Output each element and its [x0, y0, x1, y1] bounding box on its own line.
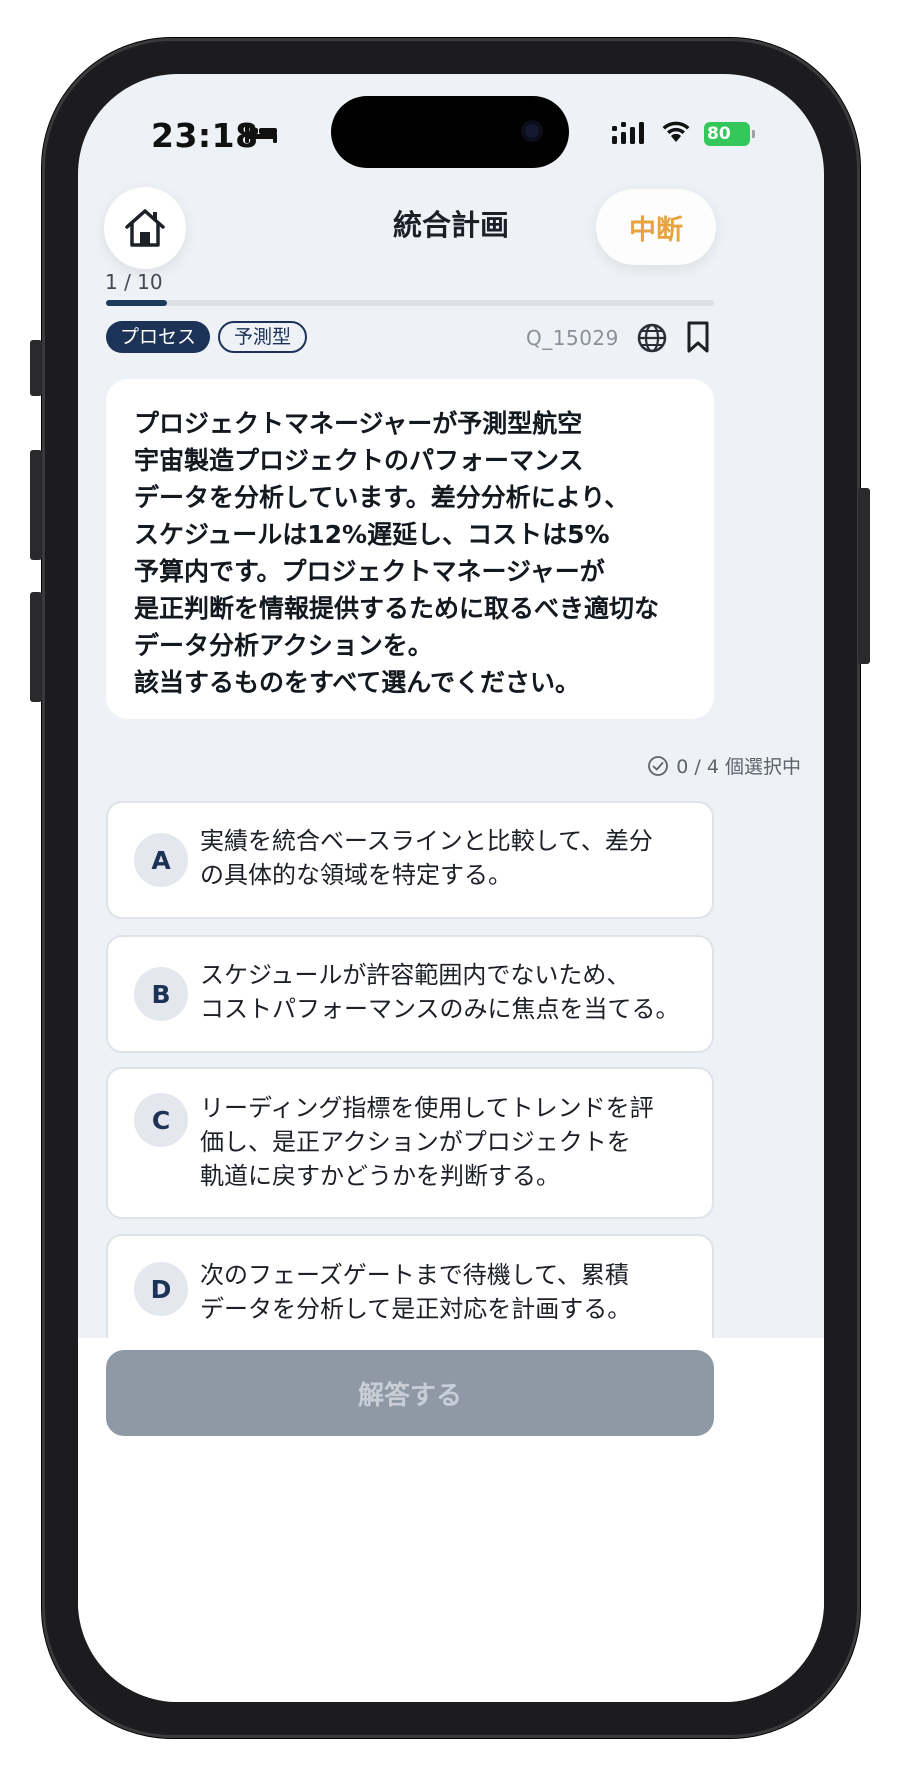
category-tag-predictive: 予測型 — [218, 321, 308, 353]
selection-counter: 0 / 4 個選択中 — [647, 752, 801, 779]
status-time: 23:18 — [151, 116, 259, 155]
option-text: リーディング指標を使用してトレンドを評 価し、是正アクションがプロジェクトを 軌… — [200, 1094, 654, 1190]
front-camera — [521, 120, 543, 142]
option-text: 実績を統合ベースラインと比較して、差分 の具体的な領域を特定する。 — [200, 827, 653, 889]
bookmark-icon[interactable] — [686, 320, 710, 354]
progress-label: 1 / 10 — [105, 270, 163, 294]
dynamic-island — [331, 96, 569, 168]
option-letter: D — [134, 1262, 188, 1316]
option-a[interactable]: A 実績を統合ベースラインと比較して、差分 の具体的な領域を特定する。 — [106, 801, 714, 919]
option-letter: A — [134, 833, 188, 887]
option-text: 次のフェーズゲートまで待機して、累積 データを分析して是正対応を計画する。 — [200, 1261, 632, 1323]
wifi-icon — [662, 121, 690, 142]
suspend-button[interactable]: 中断 — [596, 189, 716, 265]
option-letter: B — [134, 967, 188, 1021]
check-circle-icon — [648, 755, 669, 776]
globe-icon[interactable] — [636, 322, 668, 354]
option-text: スケジュールが許容範囲内でないため、 コストパフォーマンスのみに焦点を当てる。 — [200, 961, 680, 1023]
home-icon — [125, 209, 165, 247]
side-button-power — [858, 488, 870, 664]
page-title: 統合計画 — [392, 208, 509, 242]
question-text: プロジェクトマネージャーが予測型航空 宇宙製造プロジェクトのパフォーマンス デー… — [134, 409, 660, 697]
side-button-volume-up — [30, 450, 42, 560]
screen: 23:18 80 統合計画 中断 1 / 10 プロセス 予測型 Q_15029… — [78, 74, 824, 1702]
option-letter: C — [134, 1093, 188, 1147]
sleep-focus-icon — [245, 124, 277, 143]
option-c[interactable]: C リーディング指標を使用してトレンドを評 価し、是正アクションがプロジェクトを… — [106, 1067, 714, 1219]
battery-indicator: 80 — [704, 122, 755, 146]
side-button-action — [30, 340, 42, 396]
home-button[interactable] — [104, 187, 186, 269]
option-b[interactable]: B スケジュールが許容範囲内でないため、 コストパフォーマンスのみに焦点を当てる… — [106, 935, 714, 1053]
side-button-volume-down — [30, 592, 42, 702]
cellular-signal-icon — [612, 122, 644, 144]
answer-button[interactable]: 解答する — [106, 1350, 714, 1436]
question-card: プロジェクトマネージャーが予測型航空 宇宙製造プロジェクトのパフォーマンス デー… — [106, 379, 714, 719]
question-id: Q_15029 — [526, 326, 619, 350]
progress-bar-fill — [106, 300, 167, 306]
category-tag-process: プロセス — [106, 321, 211, 353]
progress-bar — [106, 300, 714, 306]
selection-counter-text: 0 / 4 個選択中 — [676, 756, 801, 778]
